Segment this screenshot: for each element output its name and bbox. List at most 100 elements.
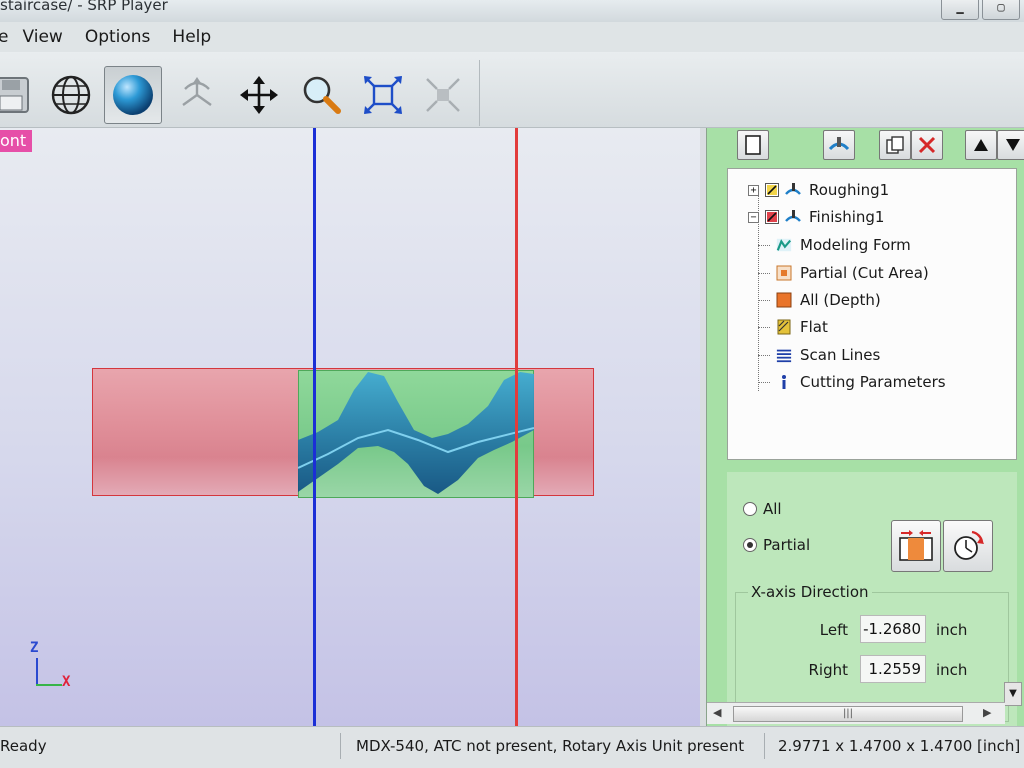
right-unit: inch	[936, 661, 968, 679]
tree-item-label: Scan Lines	[800, 346, 881, 364]
finishing-checkmark-icon	[767, 212, 777, 222]
3d-viewport[interactable]: ont Z X	[0, 128, 700, 726]
radio-partial[interactable]: Partial	[743, 536, 810, 554]
tree-item-flat[interactable]: Flat	[776, 316, 828, 338]
process-panel: + Roughing1 − Finishing1 Modeling Form P…	[706, 128, 1024, 726]
move-down-button[interactable]	[997, 130, 1024, 160]
delete-process-button[interactable]	[911, 130, 943, 160]
process-tree[interactable]: + Roughing1 − Finishing1 Modeling Form P…	[727, 168, 1017, 460]
triangle-up-icon	[974, 139, 988, 151]
modeling-form-icon	[776, 238, 792, 252]
radio-all-label: All	[763, 500, 782, 518]
left-input[interactable]	[860, 615, 926, 643]
scroll-left-arrow[interactable]: ◀	[713, 706, 721, 719]
flat-icon	[777, 319, 791, 335]
group-title: X-axis Direction	[748, 583, 872, 601]
tree-item-label: Finishing1	[809, 208, 885, 226]
menu-file[interactable]: e	[0, 27, 8, 47]
collapse-toggle[interactable]: −	[748, 211, 759, 223]
tree-item-scan-lines[interactable]: Scan Lines	[776, 344, 880, 366]
move-up-button[interactable]	[965, 130, 997, 160]
right-field-row: Right inch	[736, 655, 1010, 685]
tree-item-all-depth[interactable]: All (Depth)	[776, 289, 881, 311]
new-process-button[interactable]	[737, 130, 769, 160]
radio-all[interactable]: All	[743, 500, 782, 518]
shrink-view-button[interactable]	[414, 66, 472, 124]
window-title: staircase/ - SRP Player	[0, 0, 168, 14]
tree-item-partial-cut-area[interactable]: Partial (Cut Area)	[776, 262, 929, 284]
magnifier-icon	[303, 76, 341, 114]
status-ready: Ready	[0, 737, 47, 755]
z-axis-label: Z	[30, 640, 39, 656]
left-label: Left	[819, 621, 848, 639]
set-origin-button[interactable]	[943, 520, 993, 572]
expand-toggle[interactable]: +	[748, 184, 759, 196]
window-controls: ▁ ▢	[941, 0, 1020, 20]
zoom-extents-icon	[364, 76, 402, 114]
tree-item-cutting-parameters[interactable]: Cutting Parameters	[776, 371, 946, 393]
scan-lines-icon	[776, 349, 792, 363]
solid-view-button[interactable]	[104, 66, 162, 124]
add-process-button[interactable]	[823, 130, 855, 160]
process-toolbar	[707, 128, 1024, 168]
pan-button[interactable]	[230, 66, 288, 124]
move-arrows-icon	[240, 76, 278, 114]
radio-partial-circle[interactable]	[743, 538, 757, 552]
zoom-button[interactable]	[292, 66, 350, 124]
radio-partial-label: Partial	[763, 536, 811, 554]
new-document-icon	[745, 135, 761, 155]
tree-item-label: Partial (Cut Area)	[800, 264, 929, 282]
menu-help[interactable]: Help	[172, 27, 211, 47]
toolbar	[0, 52, 1024, 128]
status-bar: Ready MDX-540, ATC not present, Rotary A…	[0, 726, 1024, 768]
tool-add-icon	[828, 137, 850, 151]
triangle-down-icon	[1006, 139, 1020, 151]
zoom-in-corners-icon	[426, 78, 460, 112]
process-checkbox[interactable]	[765, 210, 779, 224]
partial-area-icon	[776, 265, 792, 281]
radio-all-circle[interactable]	[743, 502, 757, 516]
copy-icon	[886, 136, 904, 154]
tree-item-finishing1[interactable]: − Finishing1	[748, 206, 884, 228]
set-range-button[interactable]	[891, 520, 941, 572]
title-bar: staircase/ - SRP Player ▁ ▢	[0, 0, 1024, 22]
copy-process-button[interactable]	[879, 130, 911, 160]
tree-item-label: Modeling Form	[800, 236, 911, 254]
rotate-button[interactable]	[168, 66, 226, 124]
vertical-scroll-down[interactable]: ▼	[1004, 682, 1022, 706]
save-button[interactable]	[0, 66, 42, 124]
left-unit: inch	[936, 621, 968, 639]
fit-view-button[interactable]	[354, 66, 412, 124]
roughing-checkmark-icon	[767, 185, 777, 195]
menu-options[interactable]: Options	[85, 27, 151, 47]
rotate-axes-icon	[182, 77, 212, 106]
maximize-button[interactable]: ▢	[982, 0, 1020, 20]
status-machine: MDX-540, ATC not present, Rotary Axis Un…	[356, 737, 745, 755]
menu-view[interactable]: View	[22, 27, 62, 47]
scroll-thumb[interactable]: |||	[733, 706, 963, 722]
right-input[interactable]	[860, 655, 926, 683]
globe-wireframe-icon	[51, 75, 91, 115]
delete-x-icon	[918, 136, 936, 154]
horizontal-scrollbar[interactable]: ◀ ||| ▶	[707, 702, 1005, 724]
process-checkbox[interactable]	[765, 183, 779, 197]
model-surface	[298, 372, 534, 494]
tree-item-modeling-form[interactable]: Modeling Form	[776, 234, 911, 256]
tree-item-label: Cutting Parameters	[800, 373, 946, 391]
x-axis-label: X	[62, 674, 71, 690]
info-icon	[782, 375, 786, 389]
view-toolbar-group	[0, 60, 480, 126]
minimize-button[interactable]: ▁	[941, 0, 979, 20]
right-boundary-line[interactable]	[515, 128, 518, 726]
tree-item-roughing1[interactable]: + Roughing1	[748, 179, 889, 201]
left-boundary-line[interactable]	[313, 128, 316, 726]
scroll-right-arrow[interactable]: ▶	[983, 706, 991, 719]
view-label: ont	[0, 130, 33, 152]
menu-bar: e View Options Help	[0, 22, 1024, 52]
wireframe-view-button[interactable]	[42, 66, 100, 124]
left-field-row: Left inch	[736, 615, 1010, 645]
tree-item-label: Roughing1	[809, 181, 890, 199]
cutting-tool-icon	[785, 210, 801, 222]
all-depth-icon	[776, 292, 792, 308]
right-label: Right	[808, 661, 849, 679]
